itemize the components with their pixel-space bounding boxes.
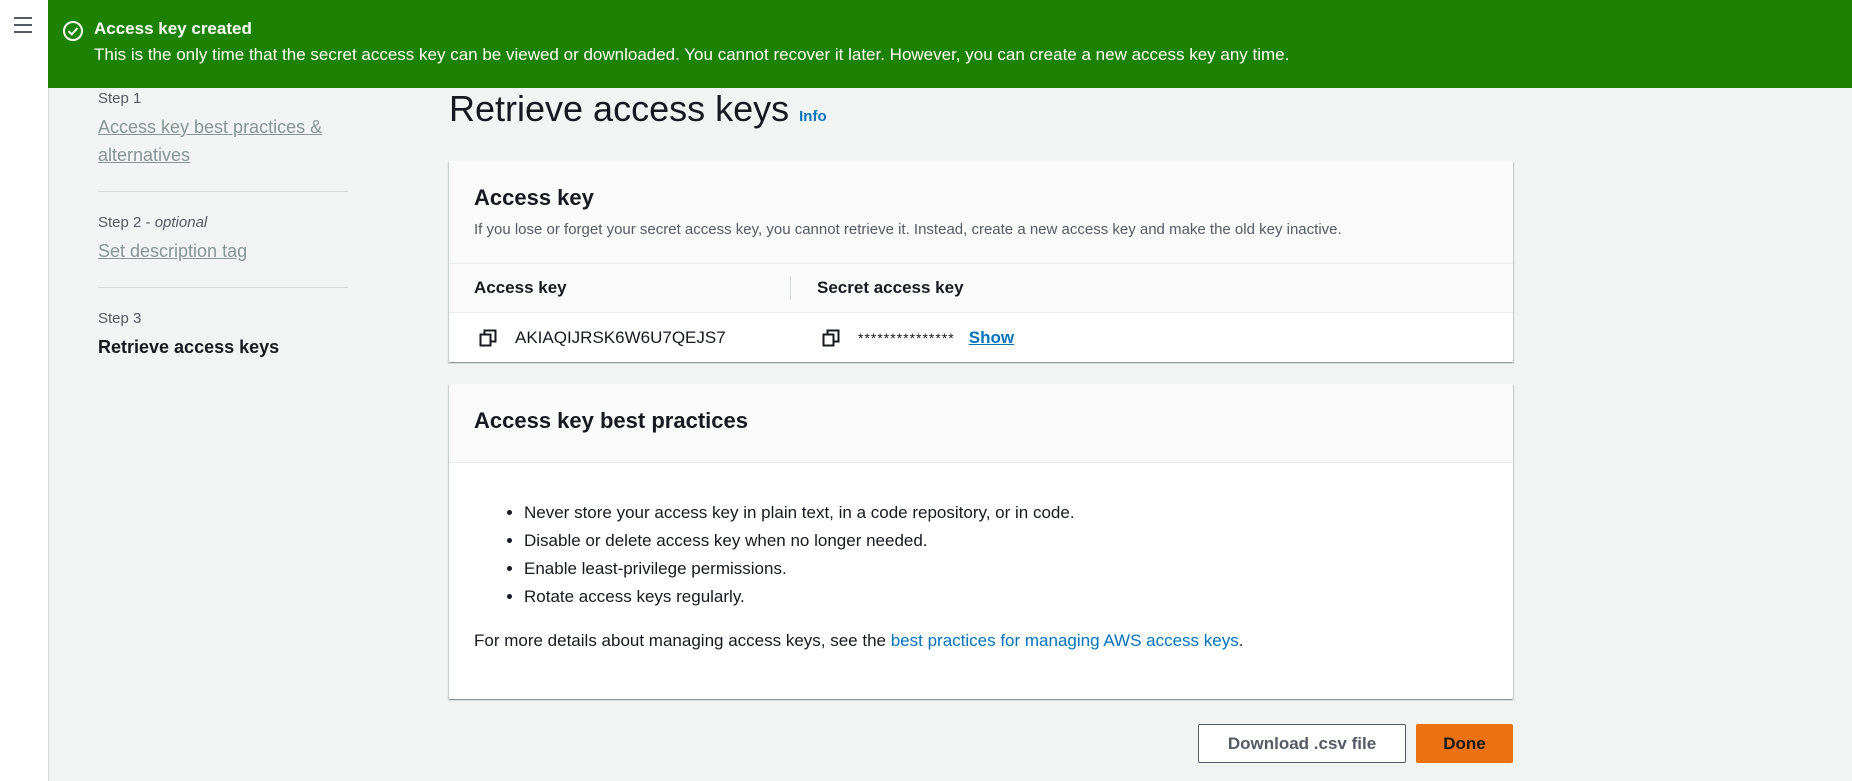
col-access-key: Access key <box>449 276 791 300</box>
access-key-panel-title: Access key <box>474 185 594 210</box>
step-2-number-text: Step 2 - <box>98 214 155 231</box>
list-item: Disable or delete access key when no lon… <box>524 527 1488 555</box>
list-item: Enable least-privilege permissions. <box>524 555 1488 583</box>
access-key-value: AKIAQIJRSK6W6U7QEJS7 <box>515 328 726 347</box>
check-circle-icon <box>63 21 83 41</box>
access-key-panel-description: If you lose or forget your secret access… <box>474 221 1342 238</box>
step-1-number: Step 1 <box>98 90 142 107</box>
menu-icon[interactable] <box>14 17 32 33</box>
key-table-row: AKIAQIJRSK6W6U7QEJS7 *************** Sho… <box>449 313 1513 363</box>
more-details-text: For more details about managing access k… <box>474 631 1488 651</box>
access-key-cell: AKIAQIJRSK6W6U7QEJS7 <box>449 328 791 348</box>
best-practices-panel-title: Access key best practices <box>474 408 748 433</box>
step-1-link[interactable]: Access key best practices & alternatives <box>98 113 348 169</box>
step-3-number: Step 3 <box>98 310 142 327</box>
more-details-prefix: For more details about managing access k… <box>474 631 891 650</box>
step-2-number: Step 2 - optional <box>98 214 348 231</box>
flash-message: This is the only time that the secret ac… <box>94 45 1290 64</box>
flash-title: Access key created <box>94 19 252 38</box>
col-secret-access-key: Secret access key <box>817 278 964 297</box>
list-item: Rotate access keys regularly. <box>524 583 1488 611</box>
info-link[interactable]: Info <box>799 108 827 125</box>
best-practices-panel-header: Access key best practices <box>449 384 1513 463</box>
copy-icon[interactable] <box>479 329 497 347</box>
show-secret-link[interactable]: Show <box>969 328 1014 348</box>
secret-key-masked: *************** <box>858 330 955 346</box>
action-buttons: Download .csv file Done <box>1198 724 1513 763</box>
step-1: Step 1 Access key best practices & alter… <box>98 90 348 192</box>
step-3-current: Retrieve access keys <box>98 337 280 357</box>
list-item: Never store your access key in plain tex… <box>524 499 1488 527</box>
success-flash-banner: Access key created This is the only time… <box>48 0 1852 88</box>
secret-key-cell: *************** Show <box>791 328 1014 348</box>
key-table-header: Access key Secret access key <box>449 264 1513 313</box>
best-practices-panel: Access key best practices Never store yo… <box>449 384 1513 699</box>
done-button[interactable]: Done <box>1416 724 1513 763</box>
left-nav-rail <box>0 0 49 781</box>
access-key-panel-header: Access key If you lose or forget your se… <box>449 161 1513 264</box>
copy-icon[interactable] <box>822 329 840 347</box>
step-2: Step 2 - optional Set description tag <box>98 214 348 288</box>
best-practices-list: Never store your access key in plain tex… <box>499 499 1488 611</box>
more-details-suffix: . <box>1238 631 1244 650</box>
step-3: Step 3 Retrieve access keys <box>98 310 348 383</box>
best-practices-link[interactable]: best practices for managing AWS access k… <box>891 631 1239 650</box>
step-2-link[interactable]: Set description tag <box>98 237 348 265</box>
page-title: Retrieve access keys <box>449 88 790 129</box>
download-csv-button[interactable]: Download .csv file <box>1198 724 1406 763</box>
best-practices-content: Never store your access key in plain tex… <box>449 463 1513 651</box>
wizard-steps: Step 1 Access key best practices & alter… <box>98 90 348 405</box>
step-2-optional: optional <box>154 214 208 231</box>
page-header: Retrieve access keys Info <box>449 88 827 130</box>
access-key-panel: Access key If you lose or forget your se… <box>449 161 1513 362</box>
